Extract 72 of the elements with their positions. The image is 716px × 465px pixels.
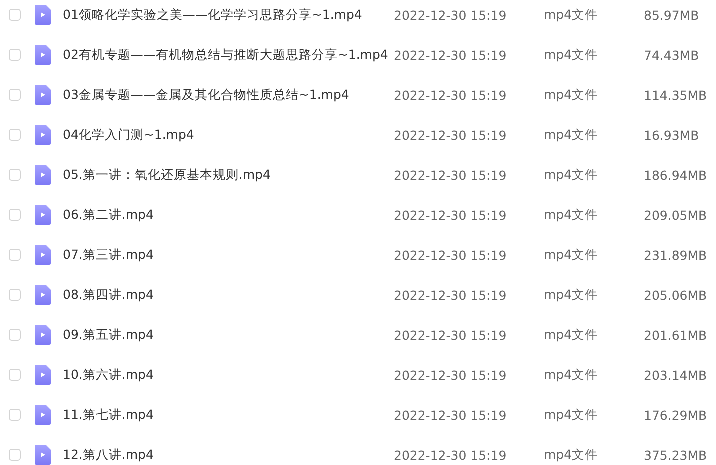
modified-date: 2022-12-30 15:19 (394, 48, 508, 62)
video-file-icon (35, 365, 51, 385)
file-size: 203.14MB (644, 368, 708, 382)
file-name[interactable]: 06.第二讲.mp4 (63, 206, 394, 224)
checkbox[interactable] (9, 49, 21, 61)
file-name[interactable]: 09.第五讲.mp4 (63, 326, 394, 344)
file-size: 209.05MB (644, 208, 708, 222)
video-file-icon (35, 85, 51, 105)
file-size: 205.06MB (644, 288, 708, 302)
checkbox[interactable] (9, 89, 21, 101)
file-size: 201.61MB (644, 328, 708, 342)
file-size: 114.35MB (644, 88, 708, 102)
file-name[interactable]: 02有机专题——有机物总结与推断大题思路分享~1.mp4 (63, 46, 394, 64)
modified-date: 2022-12-30 15:19 (394, 8, 508, 22)
video-file-icon (35, 125, 51, 145)
modified-date: 2022-12-30 15:19 (394, 248, 508, 262)
modified-date: 2022-12-30 15:19 (394, 288, 508, 302)
modified-date: 2022-12-30 15:19 (394, 328, 508, 342)
checkbox[interactable] (9, 289, 21, 301)
file-type: mp4文件 (544, 46, 600, 64)
file-type: mp4文件 (544, 446, 600, 464)
file-size: 375.23MB (644, 448, 708, 462)
video-file-icon (35, 245, 51, 265)
file-name[interactable]: 11.第七讲.mp4 (63, 406, 394, 424)
file-type: mp4文件 (544, 366, 600, 384)
file-type: mp4文件 (544, 166, 600, 184)
video-file-icon (35, 405, 51, 425)
checkbox[interactable] (9, 9, 21, 21)
video-file-icon (35, 445, 51, 465)
file-name[interactable]: 12.第八讲.mp4 (63, 446, 394, 464)
file-size: 16.93MB (644, 128, 700, 142)
modified-date: 2022-12-30 15:19 (394, 408, 508, 422)
checkbox[interactable] (9, 329, 21, 341)
checkbox[interactable] (9, 209, 21, 221)
modified-date: 2022-12-30 15:19 (394, 128, 508, 142)
checkbox[interactable] (9, 449, 21, 461)
file-type: mp4文件 (544, 326, 600, 344)
video-file-icon (35, 165, 51, 185)
file-type: mp4文件 (544, 126, 600, 144)
checkbox[interactable] (9, 129, 21, 141)
file-type: mp4文件 (544, 6, 600, 24)
file-size: 74.43MB (644, 48, 700, 62)
modified-date: 2022-12-30 15:19 (394, 88, 508, 102)
checkbox[interactable] (9, 169, 21, 181)
modified-date: 2022-12-30 15:19 (394, 448, 508, 462)
checkbox[interactable] (9, 409, 21, 421)
video-file-icon (35, 285, 51, 305)
file-type: mp4文件 (544, 406, 600, 424)
file-name[interactable]: 01领略化学实验之美——化学学习思路分享~1.mp4 (63, 6, 394, 24)
modified-date: 2022-12-30 15:19 (394, 208, 508, 222)
file-type: mp4文件 (544, 86, 600, 104)
file-name[interactable]: 04化学入门测~1.mp4 (63, 126, 394, 144)
file-type: mp4文件 (544, 286, 600, 304)
file-size: 186.94MB (644, 168, 708, 182)
video-file-icon (35, 205, 51, 225)
file-type: mp4文件 (544, 246, 600, 264)
video-file-icon (35, 45, 51, 65)
file-size: 231.89MB (644, 248, 708, 262)
file-name[interactable]: 07.第三讲.mp4 (63, 246, 394, 264)
file-name[interactable]: 08.第四讲.mp4 (63, 286, 394, 304)
checkbox[interactable] (9, 369, 21, 381)
modified-date: 2022-12-30 15:19 (394, 368, 508, 382)
video-file-icon (35, 325, 51, 345)
file-size: 176.29MB (644, 408, 708, 422)
file-type: mp4文件 (544, 206, 600, 224)
file-name[interactable]: 03金属专题——金属及其化合物性质总结~1.mp4 (63, 86, 394, 104)
file-name[interactable]: 10.第六讲.mp4 (63, 366, 394, 384)
file-name[interactable]: 05.第一讲：氧化还原基本规则.mp4 (63, 166, 394, 184)
modified-date: 2022-12-30 15:19 (394, 168, 508, 182)
video-file-icon (35, 5, 51, 25)
file-size: 85.97MB (644, 8, 700, 22)
checkbox[interactable] (9, 249, 21, 261)
